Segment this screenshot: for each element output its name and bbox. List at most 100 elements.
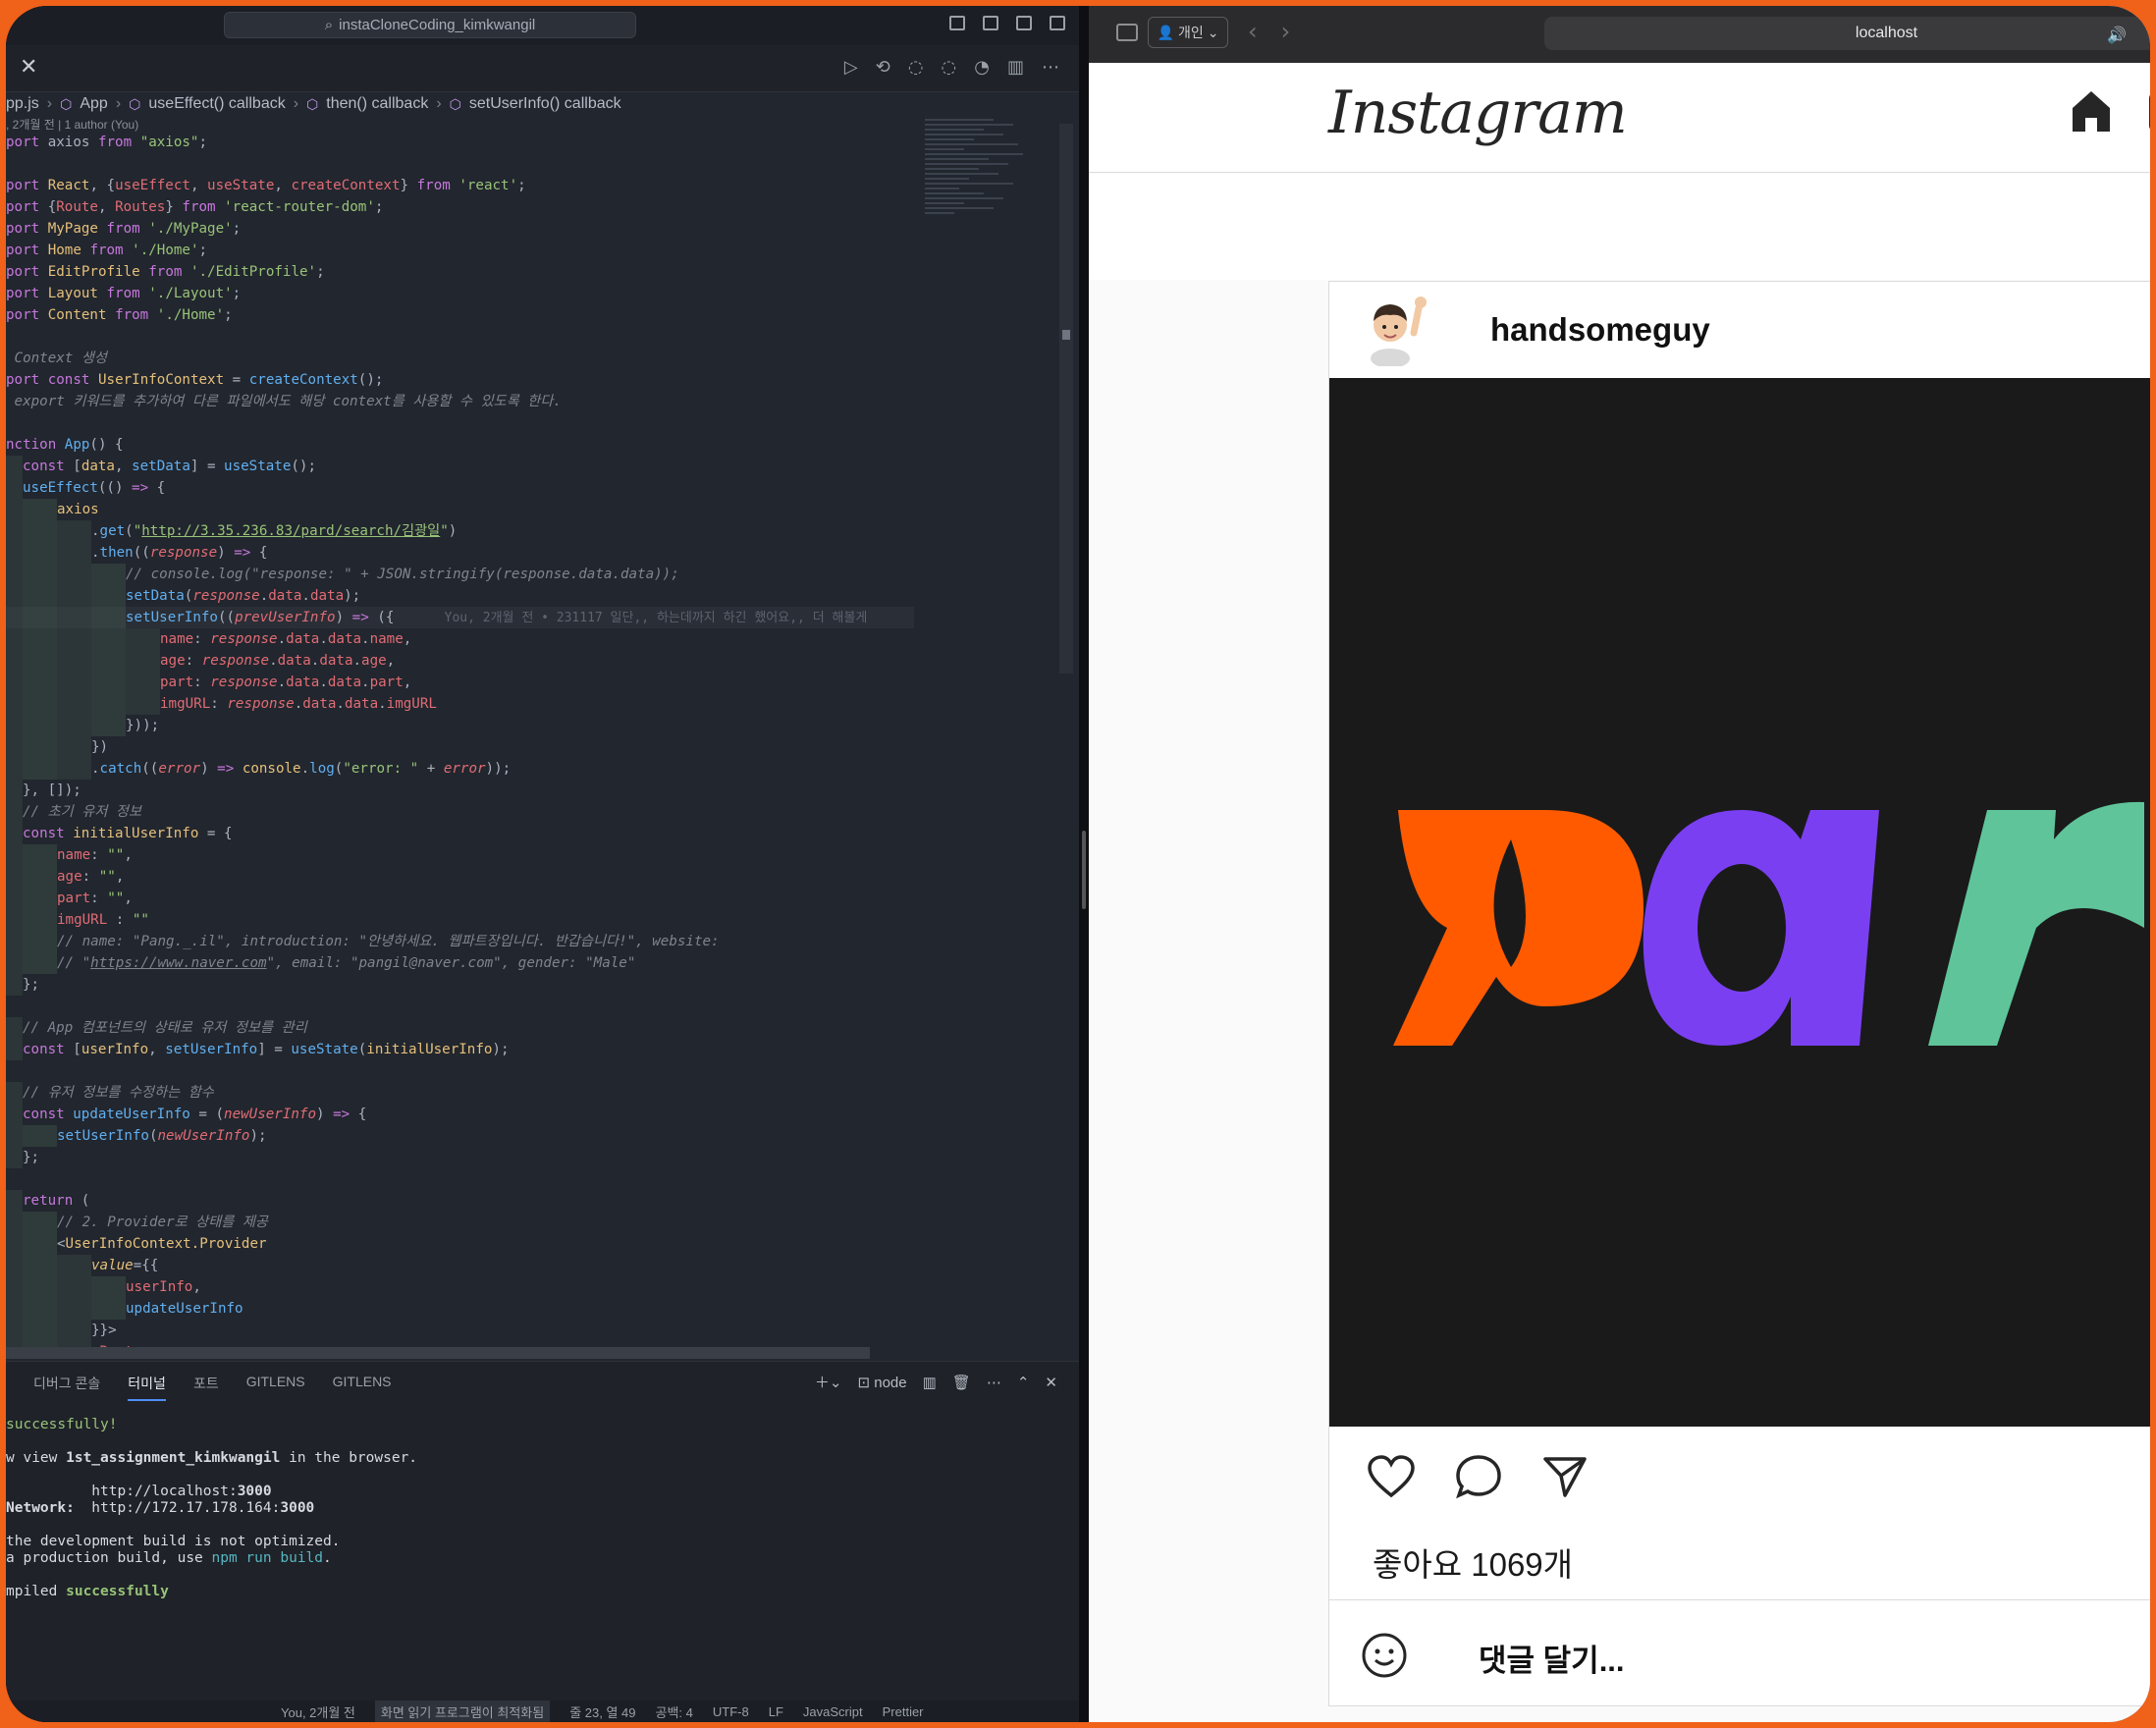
- chevron-down-icon: ⌄: [1207, 24, 1219, 40]
- search-text: instaCloneCoding_kimkwangil: [339, 17, 536, 33]
- previous-change-icon[interactable]: ◌: [908, 57, 924, 78]
- code-line: port React, {useEffect, useState, create…: [6, 178, 526, 193]
- status-screenreader[interactable]: 화면 읽기 프로그램이 최적화됨: [374, 1700, 551, 1722]
- code-line: // name: "Pang._.il", introduction: "안녕하…: [6, 931, 914, 952]
- status-language[interactable]: JavaScript: [803, 1704, 863, 1719]
- instagram-logo[interactable]: Instagram: [1328, 79, 1628, 147]
- new-terminal-icon[interactable]: ＋⌄: [815, 1372, 842, 1392]
- more-icon[interactable]: ⋯: [987, 1374, 1001, 1391]
- breadcrumb-file[interactable]: pp.js: [6, 95, 39, 113]
- search-icon: ⌕: [324, 17, 334, 33]
- minimap[interactable]: [925, 116, 1043, 293]
- terminal-line: successfully!: [6, 1417, 118, 1432]
- status-blame[interactable]: You, 2개월 전: [281, 1702, 355, 1721]
- code-line: // 초기 유저 정보: [6, 801, 914, 823]
- code-line: port EditProfile from './EditProfile';: [6, 264, 325, 280]
- status-spaces[interactable]: 공백: 4: [656, 1702, 693, 1721]
- comment-input[interactable]: 댓글 달기...: [1479, 1636, 1625, 1680]
- breadcrumb-symbol[interactable]: then() callback: [326, 95, 428, 113]
- next-change-icon[interactable]: ◌: [942, 57, 957, 78]
- tab-gitlens-2[interactable]: GITLENS: [333, 1374, 392, 1401]
- terminal-line: a production build, use npm run build.: [6, 1550, 332, 1566]
- code-line: imgURL: response.data.data.imgURL: [6, 693, 914, 715]
- breadcrumb-symbol[interactable]: setUserInfo() callback: [469, 95, 621, 113]
- comment-icon[interactable]: [1455, 1454, 1502, 1499]
- close-icon[interactable]: ✕: [20, 55, 37, 80]
- likes-count[interactable]: 좋아요 1069개: [1373, 1539, 1573, 1586]
- tab-ports[interactable]: 포트: [193, 1374, 219, 1401]
- editor-actions: ▷ ⟲ ◌ ◌ ◔ ▥ ⋯: [844, 57, 1059, 78]
- profile-button[interactable]: 👤 개인 ⌄: [1148, 17, 1228, 48]
- sidebar-icon[interactable]: [1116, 24, 1138, 41]
- tab-gitlens[interactable]: GITLENS: [246, 1374, 305, 1401]
- status-eol[interactable]: LF: [769, 1704, 783, 1719]
- status-encoding[interactable]: UTF-8: [713, 1704, 749, 1719]
- post-username[interactable]: handsomeguy: [1490, 311, 1710, 349]
- code-line: }, []);: [6, 780, 914, 801]
- status-formatter[interactable]: Prettier: [883, 1704, 924, 1719]
- split-terminal-icon[interactable]: ▥: [923, 1374, 937, 1391]
- symbol-icon: ⬡: [60, 95, 73, 112]
- code-line: // 2. Provider로 상태를 제공: [6, 1212, 914, 1233]
- close-panel-icon[interactable]: ✕: [1045, 1374, 1057, 1391]
- terminal-icon: ⊡: [857, 1374, 871, 1391]
- horizontal-scrollbar[interactable]: [6, 1347, 870, 1359]
- back-icon[interactable]: ‹: [1248, 18, 1258, 45]
- status-position[interactable]: 줄 23, 열 49: [569, 1702, 635, 1721]
- share-icon[interactable]: [1541, 1454, 1589, 1499]
- toggle-sidebar-icon[interactable]: [949, 16, 965, 30]
- breadcrumb-symbol[interactable]: useEffect() callback: [148, 95, 285, 113]
- codelens-blame[interactable]: , 2개월 전 | 1 author (You): [6, 116, 138, 133]
- trash-icon[interactable]: 🗑: [952, 1374, 971, 1391]
- breadcrumb-symbol[interactable]: App: [80, 95, 107, 113]
- code-line: nction App() {: [6, 437, 124, 453]
- code-line: part: "",: [6, 888, 914, 909]
- scrollbar-thumb[interactable]: [1062, 330, 1070, 340]
- terminal-shell[interactable]: ⊡ node: [857, 1374, 906, 1391]
- vscode-window: ⌕ instaCloneCoding_kimkwangil ✕ ▷ ⟲ ◌ ◌ …: [6, 6, 1079, 1722]
- code-line: }));: [6, 715, 914, 736]
- toggle-secondary-sidebar-icon[interactable]: [1016, 16, 1032, 30]
- comment-bar: 댓글 달기...: [1329, 1599, 2150, 1707]
- maximize-panel-icon[interactable]: ⌃: [1017, 1374, 1030, 1391]
- symbol-icon: ⬡: [449, 95, 461, 112]
- post-image[interactable]: [1329, 378, 2150, 1427]
- code-line: part: response.data.data.part,: [6, 672, 914, 693]
- post-header: handsomeguy: [1329, 282, 2150, 378]
- code-line: updateUserInfo: [6, 1298, 914, 1320]
- feed-spacer: [1089, 174, 2150, 280]
- code-editor[interactable]: port axios from "axios"; port React, {us…: [6, 132, 914, 1359]
- address-bar[interactable]: localhost: [1544, 17, 2150, 50]
- editor-tabbar: ✕ ▷ ⟲ ◌ ◌ ◔ ▥ ⋯: [6, 45, 1079, 92]
- code-line: const [data, setData] = useState();: [6, 456, 914, 477]
- customize-layout-icon[interactable]: [1050, 16, 1065, 30]
- code-line: imgURL : "": [6, 909, 914, 931]
- tab-terminal[interactable]: 터미널: [128, 1374, 166, 1401]
- avatar[interactable]: [1361, 294, 1431, 366]
- command-center-search[interactable]: ⌕ instaCloneCoding_kimkwangil: [224, 12, 636, 38]
- status-bar: You, 2개월 전 화면 읽기 프로그램이 최적화됨 줄 23, 열 49 공…: [6, 1700, 1079, 1722]
- nav-icon-partial[interactable]: [2149, 92, 2150, 132]
- code-line: port {Route, Routes} from 'react-router-…: [6, 199, 384, 215]
- forward-icon[interactable]: ›: [1281, 18, 1291, 45]
- open-changes-icon[interactable]: ⟲: [876, 57, 890, 78]
- toggle-panel-icon[interactable]: [983, 16, 998, 30]
- more-icon[interactable]: ⋯: [1042, 57, 1059, 78]
- post-card: handsomeguy 좋아요 1069개 댓글 달기...: [1328, 281, 2150, 1706]
- split-handle[interactable]: [1082, 831, 1086, 909]
- editor-scrollbar[interactable]: [1059, 124, 1073, 674]
- speaker-icon[interactable]: 🔊: [2107, 26, 2127, 44]
- smile-icon[interactable]: [1361, 1632, 1408, 1679]
- tab-debug-console[interactable]: 디버그 콘솔: [33, 1374, 100, 1401]
- run-icon[interactable]: ▷: [844, 57, 858, 78]
- layout-controls: [949, 16, 1065, 30]
- home-icon[interactable]: [2067, 86, 2116, 135]
- code-line: port Home from './Home';: [6, 243, 208, 258]
- heart-icon[interactable]: [1367, 1454, 1416, 1499]
- browser-toolbar: 👤 개인 ⌄ ‹ › localhost 🔊: [1089, 6, 2150, 63]
- split-editor-icon[interactable]: ▥: [1007, 57, 1024, 78]
- timeline-icon[interactable]: ◔: [974, 57, 990, 78]
- terminal-output[interactable]: successfully! w view 1st_assignment_kimk…: [6, 1417, 417, 1600]
